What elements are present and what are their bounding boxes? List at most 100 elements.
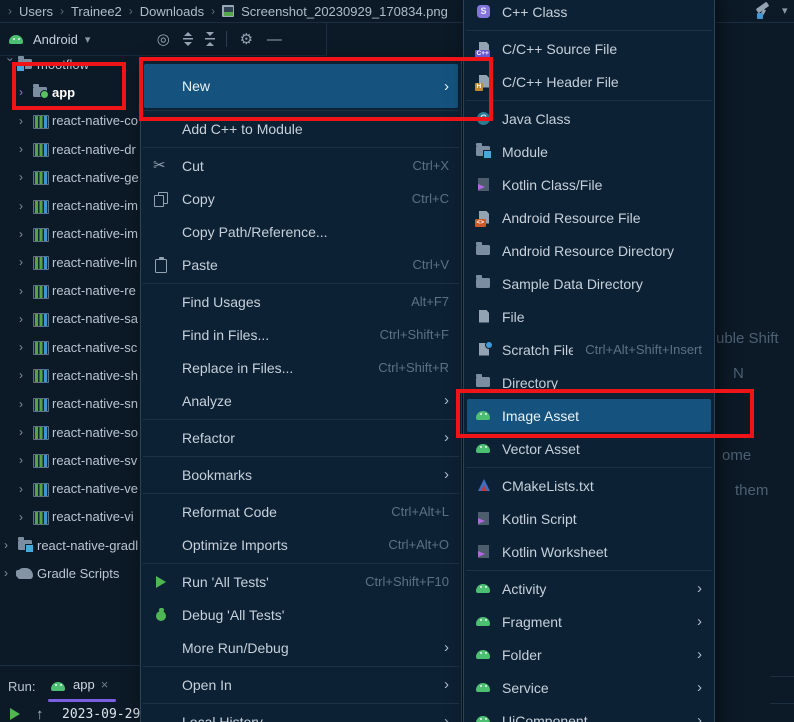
- menu-item-reformat-code[interactable]: Reformat CodeCtrl+Alt+L: [144, 495, 458, 528]
- chevron-collapsed-icon[interactable]: ›: [19, 368, 32, 382]
- chevron-collapsed-icon[interactable]: ›: [19, 255, 32, 269]
- submenu-arrow-icon: ›: [444, 466, 449, 483]
- hammer-icon[interactable]: [752, 4, 778, 20]
- menu-item-file[interactable]: File: [467, 300, 711, 333]
- menu-item-c-c-source-file[interactable]: C/C++ Source File: [467, 32, 711, 65]
- menu-item-java-class[interactable]: Java Class: [467, 102, 711, 135]
- settings-gear-icon[interactable]: ⚙: [237, 30, 255, 48]
- menu-item-more-run-debug[interactable]: More Run/Debug›: [144, 631, 458, 664]
- menu-item-shortcut: Ctrl+V: [413, 257, 449, 272]
- module-icon: [32, 254, 50, 270]
- menu-item-fragment[interactable]: Fragment›: [467, 605, 711, 638]
- tree-item-react-native-sa[interactable]: ›react-native-sa: [0, 305, 142, 333]
- locate-file-icon[interactable]: ◎: [154, 30, 172, 48]
- menu-item-sample-data-directory[interactable]: Sample Data Directory: [467, 267, 711, 300]
- chevron-collapsed-icon[interactable]: ›: [19, 510, 32, 524]
- menu-item-scratch-file[interactable]: Scratch FileCtrl+Alt+Shift+Insert: [467, 333, 711, 366]
- chevron-collapsed-icon[interactable]: ›: [19, 170, 32, 184]
- menu-item-open-in[interactable]: Open In›: [144, 668, 458, 701]
- menu-item-paste[interactable]: PasteCtrl+V: [144, 248, 458, 281]
- menu-item-label: Open In: [182, 677, 432, 693]
- run-tab-app[interactable]: app ×: [50, 677, 108, 692]
- menu-item-bookmarks[interactable]: Bookmarks›: [144, 458, 458, 491]
- menu-item-android-resource-directory[interactable]: Android Resource Directory: [467, 234, 711, 267]
- tree-item-react-native-sn[interactable]: ›react-native-sn: [0, 390, 142, 418]
- module-icon: [32, 169, 50, 185]
- tree-item-react-native-re[interactable]: ›react-native-re: [0, 276, 142, 304]
- menu-item-c-class[interactable]: C++ Class: [467, 0, 711, 28]
- tree-item-react-native-so[interactable]: ›react-native-so: [0, 418, 142, 446]
- chevron-collapsed-icon[interactable]: ›: [19, 340, 32, 354]
- close-icon[interactable]: ×: [101, 677, 109, 692]
- menu-separator: [143, 666, 459, 667]
- menu-item-module[interactable]: Module: [467, 135, 711, 168]
- menu-item-uicomponent[interactable]: UiComponent›: [467, 704, 711, 722]
- menu-item-activity[interactable]: Activity›: [467, 572, 711, 605]
- tree-item-react-native-co[interactable]: ›react-native-co: [0, 107, 142, 135]
- menu-item-c-c-header-file[interactable]: C/C++ Header File: [467, 65, 711, 98]
- chevron-collapsed-icon[interactable]: ›: [19, 227, 32, 241]
- chevron-collapsed-icon[interactable]: ›: [4, 538, 17, 552]
- menu-item-label: C++ Class: [502, 4, 702, 20]
- chevron-collapsed-icon[interactable]: ›: [19, 482, 32, 496]
- menu-item-refactor[interactable]: Refactor›: [144, 421, 458, 454]
- menu-item-local-history[interactable]: Local History›: [144, 705, 458, 722]
- chevron-collapsed-icon[interactable]: ›: [19, 199, 32, 213]
- tree-item-gradle-scripts[interactable]: ›Gradle Scripts: [0, 559, 142, 587]
- hide-panel-icon[interactable]: —: [265, 31, 283, 48]
- tree-item-react-native-sc[interactable]: › react-native-sc: [0, 333, 142, 361]
- menu-item-label: Optimize Imports: [182, 537, 376, 553]
- tree-item-react-native-sh[interactable]: ›react-native-sh: [0, 361, 142, 389]
- breadcrumb-item-trainee2[interactable]: Trainee2: [71, 4, 122, 19]
- chevron-collapsed-icon[interactable]: ›: [19, 142, 32, 156]
- tree-item-react-native-im[interactable]: › react-native-im: [0, 191, 142, 219]
- project-view-selector[interactable]: Android ▾: [8, 31, 90, 47]
- chevron-collapsed-icon[interactable]: ›: [19, 453, 32, 467]
- menu-item-copy-path-reference[interactable]: Copy Path/Reference...: [144, 215, 458, 248]
- breadcrumb-item-users[interactable]: Users: [19, 4, 53, 19]
- chevron-collapsed-icon[interactable]: ›: [19, 397, 32, 411]
- menu-item-cut[interactable]: CutCtrl+X: [144, 149, 458, 182]
- tree-item-react-native-lin[interactable]: ›react-native-lin: [0, 248, 142, 276]
- chevron-collapsed-icon[interactable]: ›: [19, 114, 32, 128]
- menu-item-analyze[interactable]: Analyze›: [144, 384, 458, 417]
- menu-item-kotlin-worksheet[interactable]: Kotlin Worksheet: [467, 535, 711, 568]
- menu-item-kotlin-class-file[interactable]: Kotlin Class/File: [467, 168, 711, 201]
- breadcrumb-item-downloads[interactable]: Downloads: [140, 4, 204, 19]
- menu-item-copy[interactable]: CopyCtrl+C: [144, 182, 458, 215]
- tree-item-label: react-native-im: [52, 198, 138, 213]
- menu-item-android-resource-file[interactable]: Android Resource File: [467, 201, 711, 234]
- menu-item-folder[interactable]: Folder›: [467, 638, 711, 671]
- tree-item-react-native-gradl[interactable]: ›react-native-gradl: [0, 531, 142, 559]
- menu-item-label: Debug 'All Tests': [182, 607, 449, 623]
- tree-item-react-native-ve[interactable]: ›react-native-ve: [0, 474, 142, 502]
- submenu-arrow-icon: ›: [697, 613, 702, 630]
- tree-item-react-native-dr[interactable]: ›react-native-dr: [0, 135, 142, 163]
- menu-item-cmakelists-txt[interactable]: CMakeLists.txt: [467, 469, 711, 502]
- up-arrow-icon[interactable]: ↑: [36, 706, 44, 722]
- chevron-collapsed-icon[interactable]: ›: [19, 284, 32, 298]
- menu-item-optimize-imports[interactable]: Optimize ImportsCtrl+Alt+O: [144, 528, 458, 561]
- rerun-play-icon[interactable]: [10, 708, 20, 720]
- menu-item-debug-all-tests[interactable]: Debug 'All Tests': [144, 598, 458, 631]
- chevron-collapsed-icon[interactable]: ›: [19, 425, 32, 439]
- icon-spacer: [152, 466, 172, 484]
- chevron-down-icon[interactable]: ▾: [782, 4, 788, 17]
- menu-item-label: Run 'All Tests': [182, 574, 353, 590]
- tree-item-react-native-vi[interactable]: ›react-native-vi: [0, 503, 142, 531]
- tree-item-label: react-native-sc: [52, 340, 137, 355]
- menu-item-find-in-files[interactable]: Find in Files...Ctrl+Shift+F: [144, 318, 458, 351]
- menu-item-run-all-tests[interactable]: Run 'All Tests'Ctrl+Shift+F10: [144, 565, 458, 598]
- tree-item-react-native-ge[interactable]: ›react-native-ge: [0, 163, 142, 191]
- expand-all-icon[interactable]: [182, 32, 194, 46]
- menu-item-kotlin-script[interactable]: Kotlin Script: [467, 502, 711, 535]
- tree-item-react-native-sv[interactable]: ›react-native-sv: [0, 446, 142, 474]
- menu-item-label: Folder: [502, 647, 685, 663]
- menu-item-find-usages[interactable]: Find UsagesAlt+F7: [144, 285, 458, 318]
- chevron-collapsed-icon[interactable]: ›: [19, 312, 32, 326]
- menu-item-replace-in-files[interactable]: Replace in Files...Ctrl+Shift+R: [144, 351, 458, 384]
- collapse-all-icon[interactable]: [204, 32, 216, 46]
- tree-item-react-native-im[interactable]: ›react-native-im: [0, 220, 142, 248]
- menu-item-service[interactable]: Service›: [467, 671, 711, 704]
- breadcrumb-file-name[interactable]: Screenshot_20230929_170834.png: [241, 4, 448, 19]
